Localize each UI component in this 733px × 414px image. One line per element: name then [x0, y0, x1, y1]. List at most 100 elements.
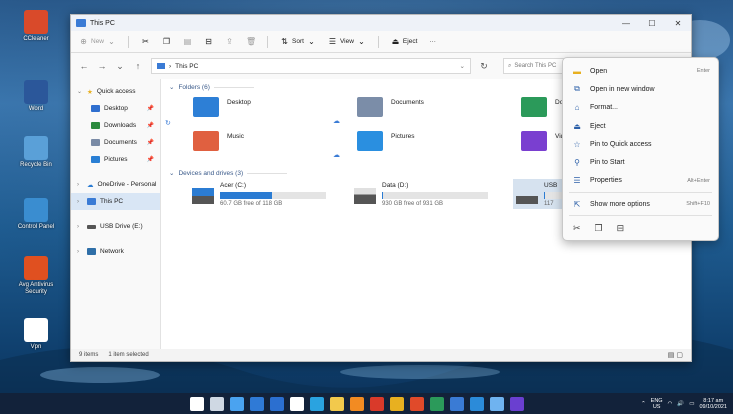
- back-button[interactable]: ←: [79, 61, 89, 71]
- downloads-folder-icon: [521, 97, 547, 117]
- start-icon[interactable]: [190, 396, 204, 411]
- chevron-down-icon[interactable]: ⌄: [460, 62, 465, 70]
- widgets-icon[interactable]: [250, 396, 264, 411]
- see-more-button[interactable]: ···: [429, 38, 436, 45]
- videos-folder-icon: [521, 131, 547, 151]
- folder-downloads[interactable]: Dow: [521, 97, 568, 117]
- paste-button[interactable]: ▤: [183, 37, 192, 46]
- plus-circle-icon: ⊕: [80, 37, 87, 46]
- wifi-icon[interactable]: ◠: [668, 401, 673, 407]
- nav-onedrive[interactable]: › ☁ OneDrive - Personal: [71, 176, 160, 193]
- eject-button[interactable]: ⏏ Eject: [391, 37, 418, 46]
- pin-icon: 📌: [146, 123, 154, 129]
- rename-button[interactable]: ⊟: [204, 37, 213, 46]
- desktop-icon-avg[interactable]: Avg Antivirus Security: [8, 256, 64, 296]
- cut-icon[interactable]: ✂: [573, 223, 581, 234]
- nav-item-desktop[interactable]: Desktop 📌: [71, 100, 160, 117]
- menu-item-pin-start[interactable]: ⚲ Pin to Start: [563, 153, 718, 171]
- star-icon: ☆: [573, 139, 581, 149]
- forward-button[interactable]: →: [97, 61, 107, 71]
- drives-group-header[interactable]: ⌄ Devices and drives (3): [169, 169, 288, 177]
- task-view-icon[interactable]: [230, 396, 244, 411]
- desktop-icon-ccleaner[interactable]: CCleaner: [8, 10, 64, 43]
- nav-quick-access[interactable]: ⌄ ★ Quick access: [71, 83, 160, 100]
- blue-app-icon[interactable]: [450, 396, 464, 411]
- title-bar[interactable]: This PC — ☐ ✕: [71, 15, 691, 31]
- nav-item-documents[interactable]: Documents 📌: [71, 134, 160, 151]
- store-icon[interactable]: [290, 396, 304, 411]
- firefox-icon[interactable]: [350, 396, 364, 411]
- command-bar: ⊕ New ⌄ ✂ ❐ ▤ ⊟ ⇪ 🗑 ⇅ Sort ⌄ ☰ View ⌄ ⏏ …: [71, 31, 691, 53]
- search-icon[interactable]: [210, 396, 224, 411]
- menu-item-properties[interactable]: ☰ Properties Alt+Enter: [563, 172, 718, 190]
- language-indicator[interactable]: ENG US: [651, 398, 663, 410]
- battery-icon[interactable]: ▭: [689, 401, 694, 407]
- share-button[interactable]: ⇪: [225, 37, 234, 46]
- new-button[interactable]: ⊕ New ⌄: [79, 37, 116, 46]
- recent-locations-button[interactable]: ⌄: [115, 61, 125, 72]
- menu-item-open-new-window[interactable]: ⧉ Open in new window: [563, 80, 718, 98]
- menu-divider: [569, 215, 712, 217]
- selection-count: 1 item selected: [108, 352, 149, 358]
- sort-button[interactable]: ⇅ Sort ⌄: [280, 37, 316, 46]
- address-bar[interactable]: › This PC ⌄: [151, 58, 471, 74]
- drive-d[interactable]: Data (D:) 930 GB free of 931 GB: [351, 179, 491, 209]
- menu-item-open[interactable]: ▬ Open Enter: [563, 62, 718, 80]
- chat-icon[interactable]: [270, 396, 284, 411]
- folder-desktop[interactable]: Desktop: [193, 97, 251, 117]
- menu-item-eject[interactable]: ⏏ Eject: [563, 117, 718, 135]
- green-app-icon[interactable]: [430, 396, 444, 411]
- desktop-icon-word[interactable]: Word: [8, 80, 64, 113]
- file-explorer-icon[interactable]: [330, 396, 344, 411]
- view-button[interactable]: ☰ View ⌄: [328, 37, 366, 46]
- edge-icon[interactable]: [310, 396, 324, 411]
- drive-c[interactable]: Acer (C:) 60.7 GB free of 118 GB: [189, 179, 329, 209]
- menu-item-format[interactable]: ⌂ Format...: [563, 99, 718, 117]
- pin-icon: 📌: [146, 157, 154, 163]
- copy-icon: ❐: [162, 37, 171, 46]
- toolbar-divider: [267, 35, 269, 48]
- chrome-icon[interactable]: [410, 396, 424, 411]
- chevron-up-icon[interactable]: ⌃: [641, 401, 646, 407]
- folder-documents[interactable]: Documents: [357, 97, 424, 117]
- clock[interactable]: 8:17 am 09/10/2021: [699, 398, 727, 410]
- cut-button[interactable]: ✂: [141, 37, 150, 46]
- desktop-icon-vpn[interactable]: Vpn: [8, 318, 64, 351]
- desktop-icon-control-panel[interactable]: Control Panel: [8, 198, 64, 231]
- nav-item-downloads[interactable]: Downloads 📌: [71, 117, 160, 134]
- nav-item-pictures[interactable]: Pictures 📌: [71, 151, 160, 168]
- close-button[interactable]: ✕: [665, 19, 691, 28]
- folder-videos[interactable]: Vide: [521, 131, 568, 151]
- details-view-icon[interactable]: ▤: [668, 352, 675, 359]
- skype-icon[interactable]: [470, 396, 484, 411]
- nav-this-pc[interactable]: › This PC: [71, 193, 160, 210]
- tiles-view-icon[interactable]: ▢: [676, 352, 683, 359]
- minimize-button[interactable]: —: [613, 19, 639, 28]
- nav-network[interactable]: › Network: [71, 243, 160, 260]
- maximize-button[interactable]: ☐: [639, 19, 665, 28]
- copy-button[interactable]: ❐: [162, 37, 171, 46]
- menu-divider: [569, 192, 712, 194]
- search-icon: ⌕: [508, 62, 512, 69]
- rename-icon[interactable]: ⊟: [617, 223, 625, 234]
- office-icon[interactable]: [370, 396, 384, 411]
- copy-icon[interactable]: ❐: [595, 223, 603, 234]
- refresh-button[interactable]: ↻: [479, 61, 489, 72]
- window-controls: — ☐ ✕: [613, 19, 691, 28]
- folders-group-header[interactable]: ⌄ Folders (6): [169, 83, 254, 91]
- drive-usage-fill: [544, 192, 546, 199]
- folder-pictures[interactable]: Pictures: [357, 131, 414, 151]
- visual-studio-icon[interactable]: [510, 396, 524, 411]
- volume-icon[interactable]: 🔊: [677, 401, 684, 407]
- nav-usb-drive[interactable]: › USB Drive (E:): [71, 218, 160, 235]
- eject-icon: ⏏: [573, 121, 581, 131]
- menu-item-show-more-options[interactable]: ⇱ Show more options Shift+F10: [563, 195, 718, 213]
- desktop-icon-recycle-bin[interactable]: Recycle Bin: [8, 136, 64, 169]
- folder-music[interactable]: Music: [193, 131, 244, 151]
- ccleaner-icon: [24, 10, 48, 34]
- settings-icon[interactable]: [490, 396, 504, 411]
- up-button[interactable]: ↑: [133, 61, 143, 71]
- vlc-icon[interactable]: [390, 396, 404, 411]
- menu-item-pin-quick-access[interactable]: ☆ Pin to Quick access: [563, 135, 718, 153]
- delete-button[interactable]: 🗑: [246, 37, 256, 46]
